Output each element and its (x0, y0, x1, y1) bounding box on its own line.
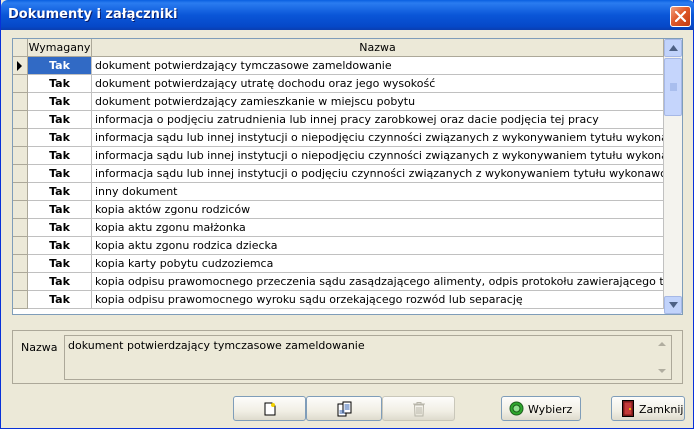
row-indicator[interactable] (13, 147, 28, 165)
edit-button[interactable] (306, 396, 382, 421)
cell-required[interactable]: Tak (28, 219, 92, 237)
choose-button-label: Wybierz (528, 403, 573, 416)
cell-name[interactable]: kopia odpisu prawomocnego wyroku sądu or… (92, 291, 664, 309)
choose-button[interactable]: Wybierz (501, 396, 581, 421)
table-row[interactable]: Tak kopia karty pobytu cudzoziemca (13, 255, 664, 273)
table-row[interactable]: Tak informacja o podjęciu zatrudnienia lu… (13, 111, 664, 129)
close-button-label: Zamknij (639, 403, 684, 416)
documents-grid[interactable]: Wymagany Nazwa Tak dokument potwierdzając… (12, 38, 683, 315)
row-indicator[interactable] (13, 237, 28, 255)
scroll-up-button[interactable] (664, 39, 682, 57)
table-row[interactable]: Tak kopia aktu zgonu małżonka (13, 219, 664, 237)
cell-required[interactable]: Tak (28, 93, 92, 111)
detail-scrollbar (655, 338, 669, 377)
exit-door-icon (622, 400, 634, 417)
cell-name[interactable]: informacja sądu lub innej instytucji o n… (92, 147, 664, 165)
header-indicator (13, 39, 28, 57)
cell-required[interactable]: Tak (28, 201, 92, 219)
cell-name[interactable]: kopia odpisu prawomocnego przeczenia sąd… (92, 273, 664, 291)
window-title: Dokumenty i załączniki (8, 7, 178, 22)
grip-icon (670, 83, 677, 91)
detail-label: Nazwa (21, 341, 58, 354)
cell-required[interactable]: Tak (28, 129, 92, 147)
new-document-icon (264, 402, 276, 416)
row-indicator[interactable] (13, 219, 28, 237)
row-indicator[interactable] (13, 255, 28, 273)
cell-name[interactable]: kopia karty pobytu cudzoziemca (92, 255, 664, 273)
table-row[interactable]: Tak dokument potwierdzający zamieszkanie … (13, 93, 664, 111)
table-row[interactable]: Tak kopia aktów zgonu rodziców (13, 201, 664, 219)
grid-vertical-scrollbar[interactable] (664, 39, 682, 314)
cell-name[interactable]: informacja sądu lub innej instytucji o n… (92, 129, 664, 147)
cell-required[interactable]: Tak (28, 57, 92, 75)
cell-name[interactable]: dokument potwierdzający tymczasowe zamel… (92, 57, 664, 75)
detail-name-value: dokument potwierdzający tymczasowe zamel… (68, 339, 365, 352)
table-row[interactable]: Tak kopia odpisu prawomocnego przeczenia … (13, 273, 664, 291)
table-row[interactable]: Tak dokument potwierdzający utratę dochod… (13, 75, 664, 93)
delete-button[interactable] (382, 396, 455, 421)
table-row[interactable]: Tak kopia odpisu prawomocnego wyroku sądu… (13, 291, 664, 309)
cell-required[interactable]: Tak (28, 237, 92, 255)
cell-required[interactable]: Tak (28, 273, 92, 291)
row-indicator[interactable] (13, 273, 28, 291)
table-row[interactable]: Tak kopia aktu zgonu rodzica dziecka (13, 237, 664, 255)
window-close-button[interactable] (670, 6, 691, 27)
row-indicator[interactable] (13, 57, 28, 75)
new-button[interactable] (233, 396, 306, 421)
close-icon (675, 11, 686, 22)
cell-required[interactable]: Tak (28, 111, 92, 129)
row-indicator[interactable] (13, 291, 28, 309)
detail-panel: Nazwa dokument potwierdzający tymczasowe… (12, 330, 683, 384)
row-indicator[interactable] (13, 201, 28, 219)
cell-name[interactable]: informacja sądu lub innej instytucji o p… (92, 165, 664, 183)
column-header-required[interactable]: Wymagany (28, 39, 92, 57)
arrow-up-icon (669, 45, 678, 51)
documents-window: Dokumenty i załączniki Wymagany Nazwa Ta… (0, 0, 694, 429)
cell-required[interactable]: Tak (28, 291, 92, 309)
row-indicator[interactable] (13, 165, 28, 183)
cell-name[interactable]: dokument potwierdzający zamieszkanie w m… (92, 93, 664, 111)
table-row[interactable]: Tak informacja sądu lub innej instytucji … (13, 147, 664, 165)
table-row[interactable]: Tak inny dokument (13, 183, 664, 201)
column-header-name[interactable]: Nazwa (92, 39, 664, 57)
row-indicator[interactable] (13, 129, 28, 147)
row-indicator[interactable] (13, 93, 28, 111)
cell-name[interactable]: kopia aktu zgonu małżonka (92, 219, 664, 237)
arrow-down-icon (669, 302, 678, 308)
title-bar: Dokumenty i załączniki (1, 0, 694, 30)
trash-icon (413, 402, 425, 417)
cell-name[interactable]: kopia aktu zgonu rodzica dziecka (92, 237, 664, 255)
table-row[interactable]: Tak informacja sądu lub innej instytucji … (13, 129, 664, 147)
edit-document-icon (337, 401, 352, 417)
arrow-up-icon (658, 342, 666, 346)
cell-required[interactable]: Tak (28, 147, 92, 165)
arrow-down-icon (658, 369, 666, 373)
row-indicator[interactable] (13, 75, 28, 93)
row-indicator[interactable] (13, 111, 28, 129)
scroll-down-button[interactable] (664, 296, 682, 314)
scroll-thumb[interactable] (664, 58, 682, 116)
detail-name-field: dokument potwierdzający tymczasowe zamel… (64, 335, 672, 380)
cell-required[interactable]: Tak (28, 75, 92, 93)
close-button[interactable]: Zamknij (611, 396, 685, 421)
cell-required[interactable]: Tak (28, 183, 92, 201)
cell-name[interactable]: informacja o podjęciu zatrudnienia lub i… (92, 111, 664, 129)
cell-name[interactable]: inny dokument (92, 183, 664, 201)
cell-name[interactable]: dokument potwierdzający utratę dochodu o… (92, 75, 664, 93)
table-row[interactable]: Tak informacja sądu lub innej instytucji … (13, 165, 664, 183)
current-row-arrow-icon (17, 61, 22, 71)
cell-name[interactable]: kopia aktów zgonu rodziców (92, 201, 664, 219)
table-row[interactable]: Tak dokument potwierdzający tymczasowe za… (13, 57, 664, 75)
green-circle-icon (509, 401, 524, 416)
cell-required[interactable]: Tak (28, 165, 92, 183)
cell-required[interactable]: Tak (28, 255, 92, 273)
row-indicator[interactable] (13, 183, 28, 201)
